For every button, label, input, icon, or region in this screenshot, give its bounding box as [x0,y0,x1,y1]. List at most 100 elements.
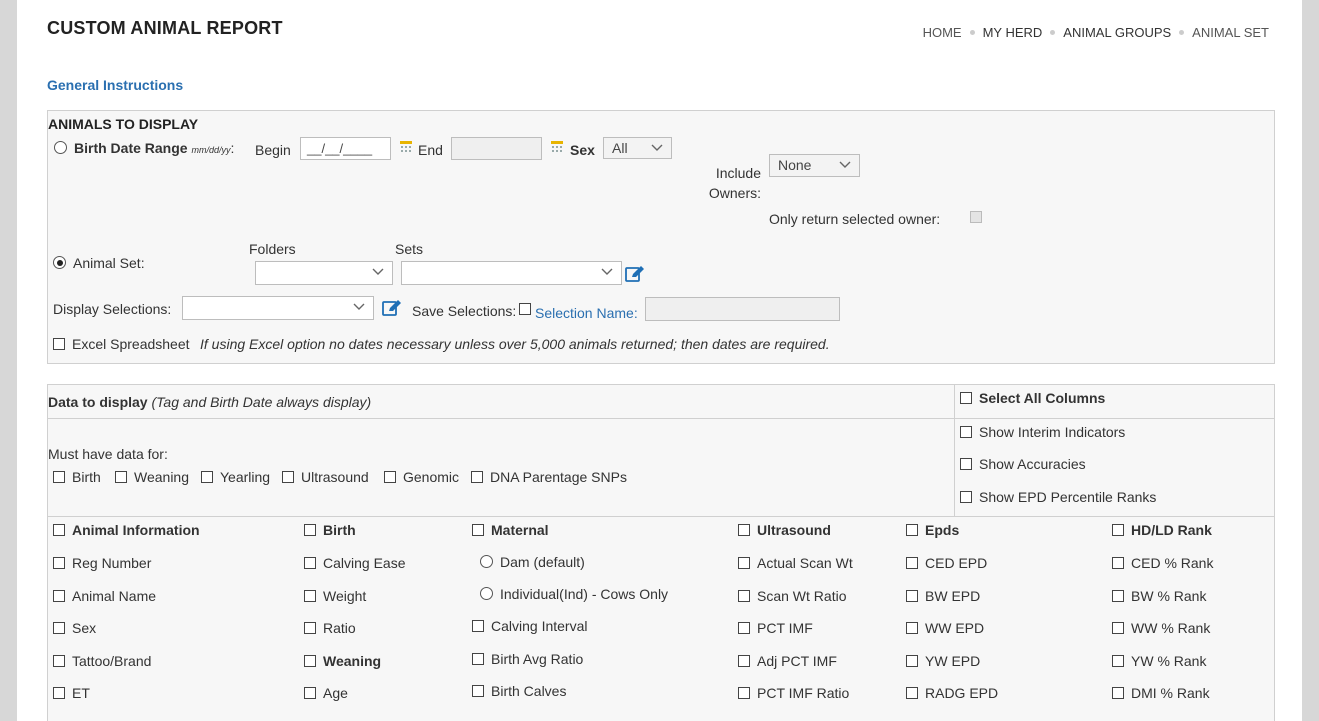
maternal-all-checkbox[interactable] [472,524,484,536]
show-interim-indicators: Show Interim Indicators [960,424,1125,440]
individual-cows-label: Individual(Ind) - Cows Only [500,586,669,602]
breadcrumb-animal-groups[interactable]: ANIMAL GROUPS [1063,25,1171,40]
animal-name-checkbox[interactable] [53,590,65,602]
must-have-genomic-checkbox[interactable] [384,471,396,483]
radg-epd-checkbox[interactable] [906,687,918,699]
only-selected-owner-checkbox[interactable] [970,211,982,223]
ced-rank-checkbox[interactable] [1112,557,1124,569]
ww-epd-checkbox[interactable] [906,622,918,634]
select-all-columns-option: Select All Columns [960,390,1105,406]
pct-imf-ratio-checkbox[interactable] [738,687,750,699]
weaning-all-checkbox[interactable] [304,655,316,667]
sex-select[interactable]: All [603,137,672,159]
bw-rank-label: BW % Rank [1131,588,1207,604]
col-item: Calving Interval [472,618,588,634]
actual-scan-wt-checkbox[interactable] [738,557,750,569]
must-have-birth-checkbox[interactable] [53,471,65,483]
end-date-input[interactable] [451,137,542,160]
must-have-dna-parentage: DNA Parentage SNPs [471,469,627,485]
include-owners-select[interactable]: None [769,154,860,177]
include-owners-label-line1: Include [715,165,761,181]
col-animal-info-header: Animal Information [53,522,200,538]
sets-select[interactable] [401,261,622,285]
breadcrumb-animal-set[interactable]: ANIMAL SET [1192,25,1269,40]
weaning-age-checkbox[interactable] [304,687,316,699]
animals-to-display-panel: ANIMALS TO DISPLAY Birth Date Range mm/d… [47,110,1275,364]
ww-epd-label: WW EPD [925,620,985,636]
display-selections-label: Display Selections: [53,301,172,317]
epds-all-checkbox[interactable] [906,524,918,536]
chevron-down-icon [839,161,851,168]
adj-pct-imf-checkbox[interactable] [738,655,750,667]
animal-set-label: Animal Set: [73,255,145,271]
dam-default-label: Dam (default) [500,554,585,570]
begin-date-input[interactable]: __/__/____ [300,137,391,160]
show-interim-indicators-label: Show Interim Indicators [979,424,1126,440]
calving-ease-checkbox[interactable] [304,557,316,569]
must-have-weaning-checkbox[interactable] [115,471,127,483]
bw-epd-checkbox[interactable] [906,590,918,602]
breadcrumb-home[interactable]: HOME [923,25,962,40]
birth-calves-checkbox[interactable] [472,685,484,697]
yw-epd-checkbox[interactable] [906,655,918,667]
calendar-icon[interactable] [551,141,563,153]
birth-date-range-radio[interactable] [54,141,67,154]
birth-all-checkbox[interactable] [304,524,316,536]
animals-to-display-heading: ANIMALS TO DISPLAY [48,116,199,132]
must-have-ultrasound-checkbox[interactable] [282,471,294,483]
breadcrumb-separator [1050,30,1056,36]
yw-rank-checkbox[interactable] [1112,655,1124,667]
tattoo-brand-checkbox[interactable] [53,655,65,667]
birth-avg-ratio-checkbox[interactable] [472,653,484,665]
et-checkbox[interactable] [53,687,65,699]
birth-calves-label: Birth Calves [491,683,567,699]
reg-number-checkbox[interactable] [53,557,65,569]
birth-avg-ratio-label: Birth Avg Ratio [491,651,584,667]
hdld-all-checkbox[interactable] [1112,524,1124,536]
scan-wt-ratio-label: Scan Wt Ratio [757,588,847,604]
calving-interval-checkbox[interactable] [472,620,484,632]
divider [48,516,1274,517]
display-selections-select[interactable] [182,296,374,320]
page-title: CUSTOM ANIMAL REPORT [47,18,283,38]
select-all-columns-checkbox[interactable] [960,392,972,404]
must-have-yearling-checkbox[interactable] [201,471,213,483]
ced-epd-checkbox[interactable] [906,557,918,569]
save-selections-checkbox[interactable] [519,303,531,315]
show-epd-percentile-ranks-checkbox[interactable] [960,491,972,503]
individual-cows-radio[interactable] [480,587,493,600]
edit-icon[interactable] [625,265,645,283]
ultrasound-all-checkbox[interactable] [738,524,750,536]
calendar-icon[interactable] [400,141,412,153]
must-have-yearling: Yearling [201,469,270,485]
animal-name-label: Animal Name [72,588,157,604]
edit-icon[interactable] [382,299,402,317]
show-accuracies-checkbox[interactable] [960,458,972,470]
dmi-rank-checkbox[interactable] [1112,687,1124,699]
must-have-dna-parentage-checkbox[interactable] [471,471,483,483]
excel-spreadsheet-checkbox[interactable] [53,338,65,350]
pct-imf-checkbox[interactable] [738,622,750,634]
general-instructions-link[interactable]: General Instructions [47,77,183,93]
dam-default-radio[interactable] [480,555,493,568]
col-item: Birth Calves [472,683,566,699]
data-to-display-panel: Data to display (Tag and Birth Date alwa… [47,384,1275,721]
col-item: PCT IMF [738,620,813,636]
birth-ratio-checkbox[interactable] [304,622,316,634]
animal-set-radio[interactable] [53,256,66,269]
select-all-columns-label: Select All Columns [979,390,1106,406]
show-interim-indicators-checkbox[interactable] [960,426,972,438]
animal-info-all-checkbox[interactable] [53,524,65,536]
ww-rank-checkbox[interactable] [1112,622,1124,634]
data-to-display-heading-row: Data to display (Tag and Birth Date alwa… [48,394,371,410]
folders-select[interactable] [255,261,393,285]
bw-rank-checkbox[interactable] [1112,590,1124,602]
breadcrumb-my-herd[interactable]: MY HERD [983,25,1043,40]
scan-wt-ratio-checkbox[interactable] [738,590,750,602]
weaning-age-label: Age [323,685,348,701]
sex-checkbox[interactable] [53,622,65,634]
chevron-down-icon [353,303,365,310]
selection-name-input[interactable] [645,297,840,321]
birth-ratio-label: Ratio [323,620,356,636]
birth-weight-checkbox[interactable] [304,590,316,602]
